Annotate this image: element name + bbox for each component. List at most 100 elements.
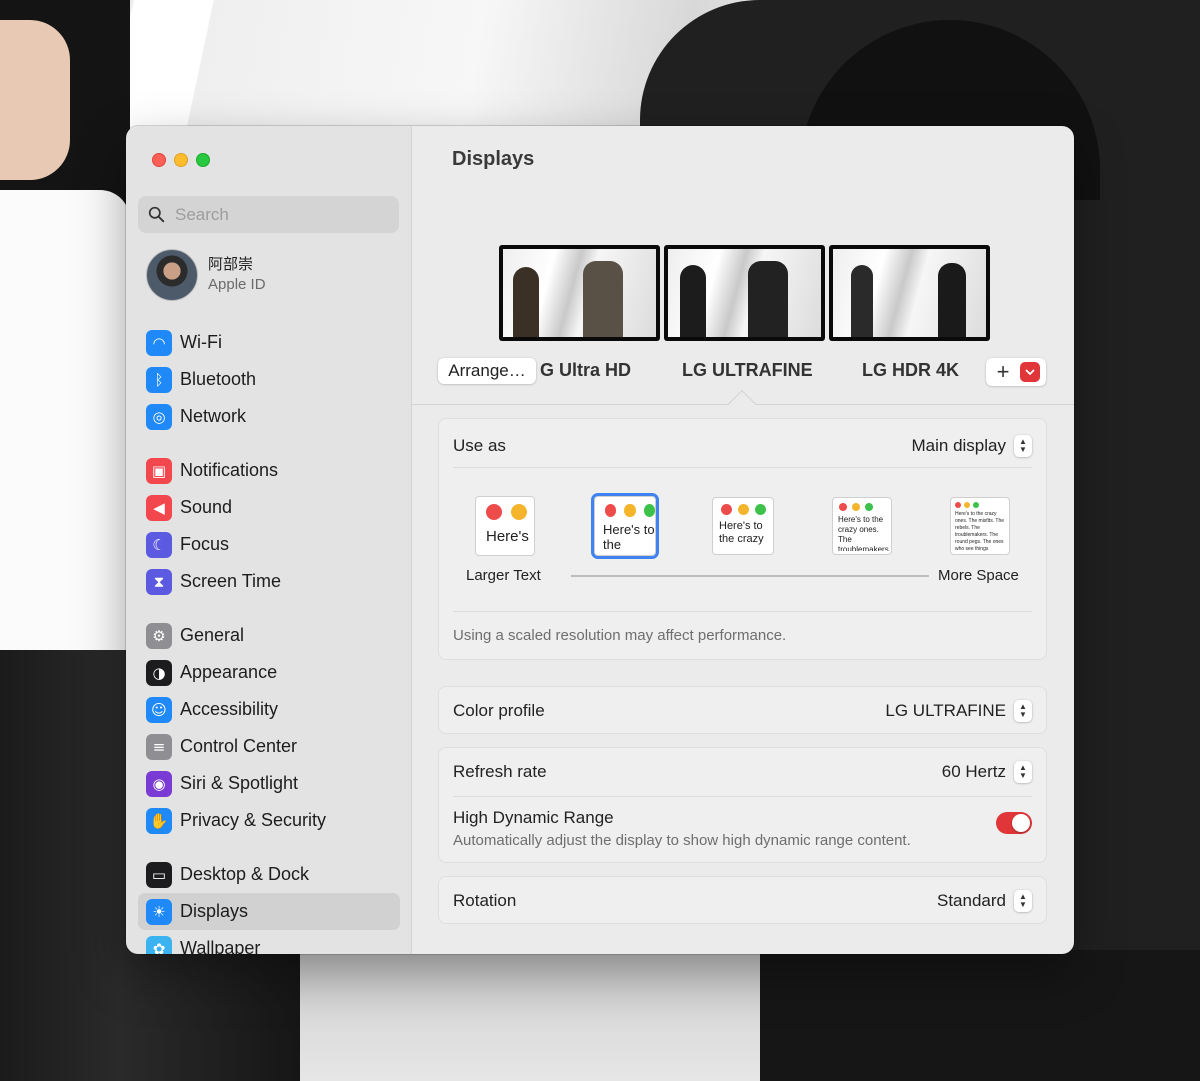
appearance-icon: ◑ <box>146 659 172 686</box>
wallpaper-shirt-left <box>0 190 130 660</box>
sidebar-item-label: Appearance <box>180 662 278 682</box>
close-button[interactable] <box>152 153 166 167</box>
resolution-option-2[interactable]: Here's to the crazy ones, troublemakers <box>591 493 659 559</box>
resolution-sample-text: Here's to the crazy ones. The troublemak… <box>838 515 891 551</box>
wallpaper-figure <box>513 267 539 337</box>
sidebar-item-privacy-security[interactable]: ✋ Privacy & Security <box>138 802 400 839</box>
color-profile-card: Color profile LG ULTRAFINE ▲ ▼ <box>438 686 1047 734</box>
accessibility-icon: ☺ <box>146 696 172 723</box>
rotation-label: Rotation <box>453 891 517 910</box>
wallpaper-skirt-right <box>760 950 1200 1081</box>
account-subtitle: Apple ID <box>208 276 266 293</box>
updown-chevron-icon: ▲ ▼ <box>1014 700 1032 722</box>
sidebar-item-label: Network <box>180 406 247 426</box>
add-display-dropdown[interactable] <box>1020 362 1040 382</box>
sidebar-item-label: Focus <box>180 534 230 554</box>
sidebar-item-label: Control Center <box>180 736 298 756</box>
use-as-card: Use as Main display ▲ ▼ Here's Here's to … <box>438 418 1047 660</box>
apple-id-account[interactable]: 阿部崇 Apple ID <box>146 249 266 301</box>
sidebar-item-bluetooth[interactable]: ᛒ Bluetooth <box>138 361 400 398</box>
row-divider <box>453 796 1032 797</box>
sidebar-item-focus[interactable]: ☾ Focus <box>138 526 400 563</box>
wallpaper-face-left <box>0 20 70 180</box>
color-profile-popup[interactable]: LG ULTRAFINE ▲ ▼ <box>885 700 1032 722</box>
moon-icon: ☾ <box>146 531 172 558</box>
wallpaper-figure <box>851 265 873 337</box>
sidebar-item-siri-spotlight[interactable]: ◉ Siri & Spotlight <box>138 765 400 802</box>
sidebar-group: ◠ Wi-Fi ᛒ Bluetooth ◎ Network <box>138 324 400 435</box>
search-field[interactable]: Search <box>138 196 399 233</box>
selected-display-pointer <box>727 389 757 419</box>
wallpaper-figure <box>583 261 623 337</box>
sidebar-item-label: Notifications <box>180 460 279 480</box>
display-name-lg-hdr-4k[interactable]: LG HDR 4K <box>862 360 959 381</box>
display-thumbnail-lg-ultrafine[interactable] <box>664 245 825 341</box>
sidebar-item-appearance[interactable]: ◑ Appearance <box>138 654 400 691</box>
display-name-lg-ultrafine[interactable]: LG ULTRAFINE <box>682 360 813 381</box>
resolution-option-4[interactable]: Here's to the crazy ones. The troublemak… <box>832 497 892 555</box>
sidebar-item-label: Siri & Spotlight <box>180 773 299 793</box>
row-divider <box>453 467 1032 468</box>
display-thumbnail-lg-ultra-hd[interactable] <box>499 245 660 341</box>
resolution-sample-text: Here's to the crazy ones, troublemakers <box>603 522 655 551</box>
add-display-control: + <box>986 358 1046 386</box>
sidebar-group: ▣ Notifications ◀ Sound ☾ Focus ⧗ Screen Time <box>138 452 400 600</box>
resolution-option-3[interactable]: Here's to the crazy ones, troublemakers,… <box>712 497 774 555</box>
sidebar-item-wi-fi[interactable]: ◠ Wi-Fi <box>138 324 400 361</box>
bell-icon: ▣ <box>146 457 172 484</box>
sidebar-group: ⚙ General ◑ Appearance ☺ Accessibility ≡ Contro… <box>138 617 400 839</box>
refresh-rate-popup[interactable]: 60 Hertz ▲ ▼ <box>942 761 1032 783</box>
sidebar-item-label: Wallpaper <box>180 938 261 954</box>
wallpaper-figure <box>680 265 706 337</box>
use-as-label: Use as <box>453 436 506 455</box>
add-display-button[interactable]: + <box>986 359 1020 385</box>
resolution-sample-text: Here's to the crazy ones. The misfits. T… <box>955 511 1005 552</box>
hdr-toggle[interactable] <box>996 812 1032 834</box>
resolution-scale-line <box>571 575 929 577</box>
window-controls <box>152 153 210 167</box>
sidebar-item-displays[interactable]: ☀ Displays <box>138 893 400 930</box>
displays-pane: Displays G Ultra HD LG ULTRAFINE LG HDR … <box>412 126 1074 954</box>
resolution-option-5[interactable]: Here's to the crazy ones. The misfits. T… <box>950 497 1010 555</box>
flower-icon: ✿ <box>146 935 172 954</box>
hdr-title: High Dynamic Range <box>453 808 614 827</box>
toggles-icon: ≡ <box>146 733 172 760</box>
sidebar-item-label: Sound <box>180 497 233 517</box>
sidebar-item-label: Screen Time <box>180 571 282 591</box>
gear-icon: ⚙ <box>146 622 172 649</box>
wifi-icon: ◠ <box>146 329 172 356</box>
globe-icon: ◎ <box>146 403 172 430</box>
minimize-button[interactable] <box>174 153 188 167</box>
sidebar-group: ▭ Desktop & Dock ☀ Displays ✿ Wallpaper <box>138 856 400 954</box>
sidebar-item-general[interactable]: ⚙ General <box>138 617 400 654</box>
refresh-rate-value: 60 Hertz <box>941 762 1006 781</box>
wallpaper-floor <box>280 950 760 1081</box>
dock-icon: ▭ <box>146 861 172 888</box>
zoom-button[interactable] <box>196 153 210 167</box>
sidebar-item-control-center[interactable]: ≡ Control Center <box>138 728 400 765</box>
use-as-popup[interactable]: Main display ▲ ▼ <box>911 435 1032 457</box>
sidebar-item-screen-time[interactable]: ⧗ Screen Time <box>138 563 400 600</box>
page-title: Displays <box>452 148 535 170</box>
arrange-button[interactable]: Arrange… <box>438 358 536 384</box>
siri-icon: ◉ <box>146 770 172 797</box>
rotation-popup[interactable]: Standard ▲ ▼ <box>937 890 1032 912</box>
sidebar-item-wallpaper[interactable]: ✿ Wallpaper <box>138 930 400 954</box>
display-name-lg-ultra-hd[interactable]: G Ultra HD <box>540 360 631 381</box>
resolution-note: Using a scaled resolution may affect per… <box>453 627 787 644</box>
display-thumbnail-lg-hdr-4k[interactable] <box>829 245 990 341</box>
sidebar-item-accessibility[interactable]: ☺ Accessibility <box>138 691 400 728</box>
color-profile-value: LG ULTRAFINE <box>885 701 1006 720</box>
rotation-value: Standard <box>937 891 1006 910</box>
sidebar-item-network[interactable]: ◎ Network <box>138 398 400 435</box>
hand-icon: ✋ <box>146 807 172 834</box>
hourglass-icon: ⧗ <box>146 568 172 595</box>
sidebar-item-sound[interactable]: ◀ Sound <box>138 489 400 526</box>
sidebar-item-notifications[interactable]: ▣ Notifications <box>138 452 400 489</box>
use-as-value: Main display <box>911 436 1007 455</box>
updown-chevron-icon: ▲ ▼ <box>1014 761 1032 783</box>
search-placeholder: Search <box>175 204 229 224</box>
resolution-option-1[interactable]: Here's <box>475 496 535 556</box>
sidebar-item-desktop-dock[interactable]: ▭ Desktop & Dock <box>138 856 400 893</box>
resolution-sample-text: Here's <box>486 528 529 545</box>
